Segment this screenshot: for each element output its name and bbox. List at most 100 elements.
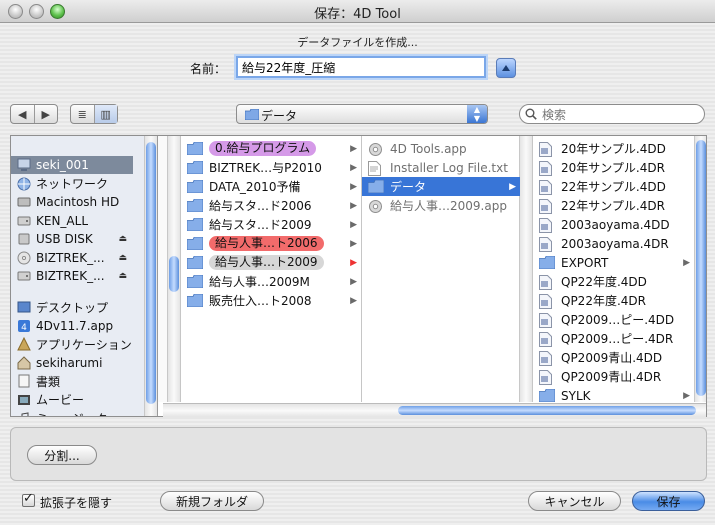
list-item[interactable]: 22年サンプル.4DR (533, 196, 694, 215)
folder-icon (186, 179, 204, 194)
hide-extension-checkbox[interactable] (22, 491, 35, 507)
sidebar-item-label: デスクトップ (36, 300, 109, 315)
list-item-label: EXPORT (561, 255, 609, 270)
column-3-scrollbar[interactable] (694, 136, 706, 402)
view-mode-control: ≣ ▥ (70, 104, 118, 124)
column-view-button[interactable]: ▥ (93, 105, 117, 123)
filename-input[interactable] (236, 56, 486, 78)
list-item[interactable]: データ ▶ (362, 177, 520, 196)
sidebar-item[interactable]: 4 4Dv11.7.app (11, 317, 133, 335)
list-item[interactable]: QP22年度.4DR (533, 291, 694, 310)
disclosure-arrow-icon: ▶ (509, 181, 516, 192)
column-3-scroll-thumb[interactable] (696, 140, 706, 396)
list-item-label: データ (390, 180, 427, 194)
sidebar-item[interactable]: ムービー (11, 391, 133, 409)
collapse-disclosure-button[interactable] (496, 58, 516, 78)
folder-icon (367, 179, 385, 194)
sidebar-item[interactable]: Macintosh HD (11, 193, 133, 211)
folder-icon (186, 255, 204, 270)
computer-icon (17, 158, 31, 171)
list-item-label: 20年サンプル.4DR (561, 161, 665, 175)
eject-icon[interactable]: ⏏ (118, 271, 127, 281)
list-item[interactable]: BIZTREK…与P2010 ▶ (181, 158, 361, 177)
list-item-label: 2003aoyama.4DR (561, 236, 669, 251)
list-item-label: 4D Tools.app (390, 141, 467, 156)
disclosure-arrow-icon: ▶ (350, 162, 357, 173)
location-popup[interactable]: データ ▲ ▼ (236, 104, 488, 124)
list-item[interactable]: 22年サンプル.4DD (533, 177, 694, 196)
back-button[interactable]: ◀ (11, 105, 34, 123)
list-view-button[interactable]: ≣ (71, 105, 94, 123)
search-input[interactable] (540, 106, 694, 124)
list-item-label: BIZTREK…与P2010 (209, 161, 322, 175)
document-icon (539, 198, 555, 214)
list-item[interactable]: 給与人事…2009M ▶ (181, 272, 361, 291)
document-icon (539, 369, 555, 385)
disk-icon (17, 271, 31, 281)
list-item[interactable]: QP2009…ピー.4DR (533, 329, 694, 348)
column-2-scrollbar[interactable] (519, 136, 532, 402)
sidebar-item[interactable]: sekiharumi (11, 354, 133, 372)
folder-icon (538, 388, 556, 403)
eject-icon[interactable]: ⏏ (118, 234, 127, 244)
forward-button[interactable]: ▶ (33, 105, 58, 123)
list-item[interactable]: 20年サンプル.4DD (533, 139, 694, 158)
list-item[interactable]: 給与人事…ト2009 ▶ (181, 253, 361, 272)
eject-icon[interactable]: ⏏ (118, 253, 127, 263)
list-item[interactable]: EXPORT ▶ (533, 253, 694, 272)
disclosure-arrow-icon: ▶ (350, 238, 357, 249)
previous-column-scrollbar[interactable] (167, 136, 180, 402)
horizontal-scroll-thumb[interactable] (398, 406, 696, 415)
list-item[interactable]: 2003aoyama.4DD (533, 215, 694, 234)
list-item[interactable]: QP2009青山.4DD (533, 348, 694, 367)
sidebar-item[interactable]: BIZTREK_... ⏏ (11, 249, 133, 267)
list-item[interactable]: 給与スタ…ド2009 ▶ (181, 215, 361, 234)
list-item-label: 給与スタ…ド2009 (209, 218, 312, 232)
list-item[interactable]: 2003aoyama.4DR (533, 234, 694, 253)
horizontal-scrollbar[interactable] (163, 403, 706, 417)
list-item[interactable]: QP22年度.4DD (533, 272, 694, 291)
sidebar-item[interactable]: アプリケーション (11, 335, 133, 353)
list-item[interactable]: QP2009…ピー.4DD (533, 310, 694, 329)
sidebar-item[interactable]: ネットワーク (11, 175, 133, 193)
sidebar-item[interactable]: KEN_ALL (11, 212, 133, 230)
list-item[interactable]: 給与人事…ト2006 ▶ (181, 234, 361, 253)
new-folder-button[interactable]: 新規フォルダ (160, 491, 264, 511)
list-item[interactable]: 20年サンプル.4DR (533, 158, 694, 177)
sidebar-scrollbar[interactable] (144, 136, 157, 416)
sidebar-scroll-thumb[interactable] (146, 142, 156, 404)
search-field[interactable] (519, 104, 705, 124)
document-icon (539, 331, 555, 347)
list-item[interactable]: 給与人事…2009.app (362, 196, 520, 215)
sidebar-item[interactable]: BIZTREK_... ⏏ (11, 267, 133, 285)
sidebar-item-label: ムービー (36, 393, 85, 407)
list-item[interactable]: 4D Tools.app (362, 139, 520, 158)
usb-disk-icon (18, 233, 30, 245)
app-icon (368, 142, 384, 156)
list-item[interactable]: 0.給与プログラム ▶ (181, 139, 361, 158)
document-icon (539, 312, 555, 328)
save-button[interactable]: 保存 (632, 491, 705, 511)
cd-icon (17, 251, 31, 264)
previous-column-scroll-thumb[interactable] (169, 256, 179, 292)
sidebar-item[interactable]: USB DISK ⏏ (11, 230, 133, 248)
home-icon (17, 355, 31, 369)
sidebar-item-label: sekiharumi (36, 355, 103, 370)
list-item[interactable]: SYLK ▶ (533, 386, 694, 402)
split-button[interactable]: 分割... (27, 445, 97, 465)
document-icon (539, 274, 555, 290)
list-item[interactable]: Installer Log File.txt (362, 158, 520, 177)
list-item-label: 給与人事…2009M (209, 275, 310, 289)
sidebar-item[interactable]: ミュージック (11, 409, 133, 416)
list-item[interactable]: 販売仕入…ト2008 ▶ (181, 291, 361, 310)
list-item[interactable]: QP2009青山.4DR (533, 367, 694, 386)
list-item[interactable]: DATA_2010予備 ▶ (181, 177, 361, 196)
sidebar-item[interactable]: デスクトップ (11, 298, 133, 316)
document-icon (539, 350, 555, 366)
cancel-button[interactable]: キャンセル (528, 491, 621, 511)
list-item[interactable]: 給与スタ…ド2006 ▶ (181, 196, 361, 215)
sidebar-item[interactable]: 書類 (11, 372, 133, 390)
list-item-label: 22年サンプル.4DR (561, 199, 665, 213)
document-icon (539, 236, 555, 252)
sidebar-item[interactable]: seki_001 (11, 156, 133, 174)
